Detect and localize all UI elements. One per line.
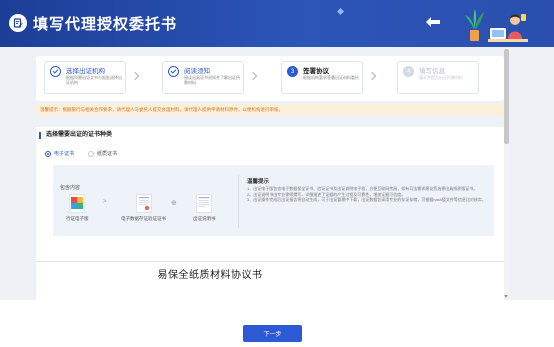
item-caption: 电子数据存证验证证书 bbox=[121, 216, 166, 221]
radio-dot[interactable] bbox=[88, 150, 94, 157]
footer-bar: 下一步 bbox=[0, 300, 554, 347]
step-read-notes: 阅读须知 阅读出具证书须知并了解出证所需材料 bbox=[162, 61, 244, 94]
tips-title: 温馨提示 bbox=[247, 179, 270, 185]
step-check-icon bbox=[168, 66, 179, 77]
radio-label: 电子证书 bbox=[54, 151, 75, 157]
chevron-right-icon bbox=[367, 71, 377, 81]
person-illustration bbox=[488, 8, 528, 47]
back-arrow-icon[interactable] bbox=[425, 15, 443, 29]
instruction-document-icon bbox=[196, 194, 213, 213]
step-desc: 阅读出具证书须知并了解出证所需材料 bbox=[184, 75, 240, 85]
included-item: 行证电子版 bbox=[66, 194, 89, 222]
plant-illustration bbox=[462, 6, 486, 42]
includes-panel: 包含内容 行证电子版 > 电子数据存证验证证书 ⊕ 出证说明书 温馨提示 1、出… bbox=[53, 165, 494, 236]
plus-icon: ⊕ bbox=[171, 200, 177, 207]
step-number: 4 bbox=[403, 66, 414, 77]
radio-paper-certificate[interactable]: 纸质证书 bbox=[88, 150, 117, 157]
vertical-scrollbar[interactable] bbox=[504, 47, 509, 300]
tip-line: 1、出证电子版包含电子数据保全证书、验证证书及出证说明电子档，方便互联网传阅，如… bbox=[247, 186, 478, 191]
certificate-document-icon bbox=[135, 194, 152, 213]
item-caption: 出证说明书 bbox=[193, 216, 216, 221]
step-name: 阅读须知 bbox=[184, 68, 210, 75]
step-desc: 根据所需出证文书与报批选择出证机构 bbox=[66, 75, 122, 85]
step-name: 签署协议 bbox=[303, 68, 329, 75]
includes-label: 包含内容 bbox=[60, 185, 81, 191]
step-number: 3 bbox=[287, 66, 298, 77]
tips-list: 1、出证电子版包含电子数据保全证书、验证证书及出证说明电子档，方便互联网传阅，如… bbox=[247, 186, 487, 203]
step-name: 选择出证机构 bbox=[66, 68, 105, 75]
step-sign-agreement: 3 签署协议 根据机构要求签署出证材料委托 bbox=[281, 61, 363, 94]
tip-line: 3、出证操作完成后出证报告将自动生成，可于出证管理中下载，出证数据包采用专业的存… bbox=[247, 197, 486, 202]
divider bbox=[238, 175, 239, 228]
included-item: 电子数据存证验证证书 bbox=[121, 194, 166, 222]
radio-dot[interactable] bbox=[45, 150, 51, 157]
notice-banner: 温馨提示：根据银行与相关合作要求，请代理人与委托人提交办理材料，请代理人提供申请… bbox=[36, 104, 504, 115]
scrollbar-thumb[interactable] bbox=[504, 49, 509, 144]
step-name: 填写信息 bbox=[419, 68, 445, 75]
next-step-button[interactable]: 下一步 bbox=[243, 325, 302, 342]
header-bar: 填写代理授权委托书 bbox=[0, 0, 554, 47]
step-select-institution: 选择出证机构 根据所需出证文书与报批选择出证机构 bbox=[44, 61, 126, 94]
progress-steps: 选择出证机构 根据所需出证文书与报批选择出证机构 阅读须知 阅读出具证书须知并了… bbox=[36, 56, 504, 101]
sparkle-decoration bbox=[336, 7, 345, 16]
step-check-icon bbox=[50, 66, 61, 77]
radio-label: 纸质证书 bbox=[97, 151, 118, 157]
step-desc: 填写并提交出证所需材料 bbox=[419, 75, 463, 80]
radio-electronic-certificate[interactable]: 电子证书 bbox=[45, 150, 74, 157]
section-title: 选择需要出证的证书种类 bbox=[39, 132, 112, 139]
included-item: 出证说明书 bbox=[193, 194, 216, 222]
step-desc: 根据机构要求签署出证材料委托 bbox=[303, 75, 359, 80]
scroll-down-icon[interactable] bbox=[504, 295, 508, 298]
photo-document-icon bbox=[69, 194, 86, 213]
item-caption: 行证电子版 bbox=[66, 216, 89, 221]
step-fill-info: 4 填写信息 填写并提交出证所需材料 bbox=[397, 61, 479, 94]
agreement-title: 易保全纸质材料协议书 bbox=[157, 270, 263, 281]
chevron-right-icon bbox=[130, 71, 140, 81]
main-content[interactable]: 选择出证机构 根据所需出证文书与报批选择出证机构 阅读须知 阅读出具证书须知并了… bbox=[36, 47, 504, 300]
chevron-right-icon: > bbox=[103, 199, 107, 205]
page-title: 填写代理授权委托书 bbox=[33, 16, 178, 33]
edit-document-icon bbox=[9, 14, 27, 32]
chevron-right-icon bbox=[248, 71, 258, 81]
